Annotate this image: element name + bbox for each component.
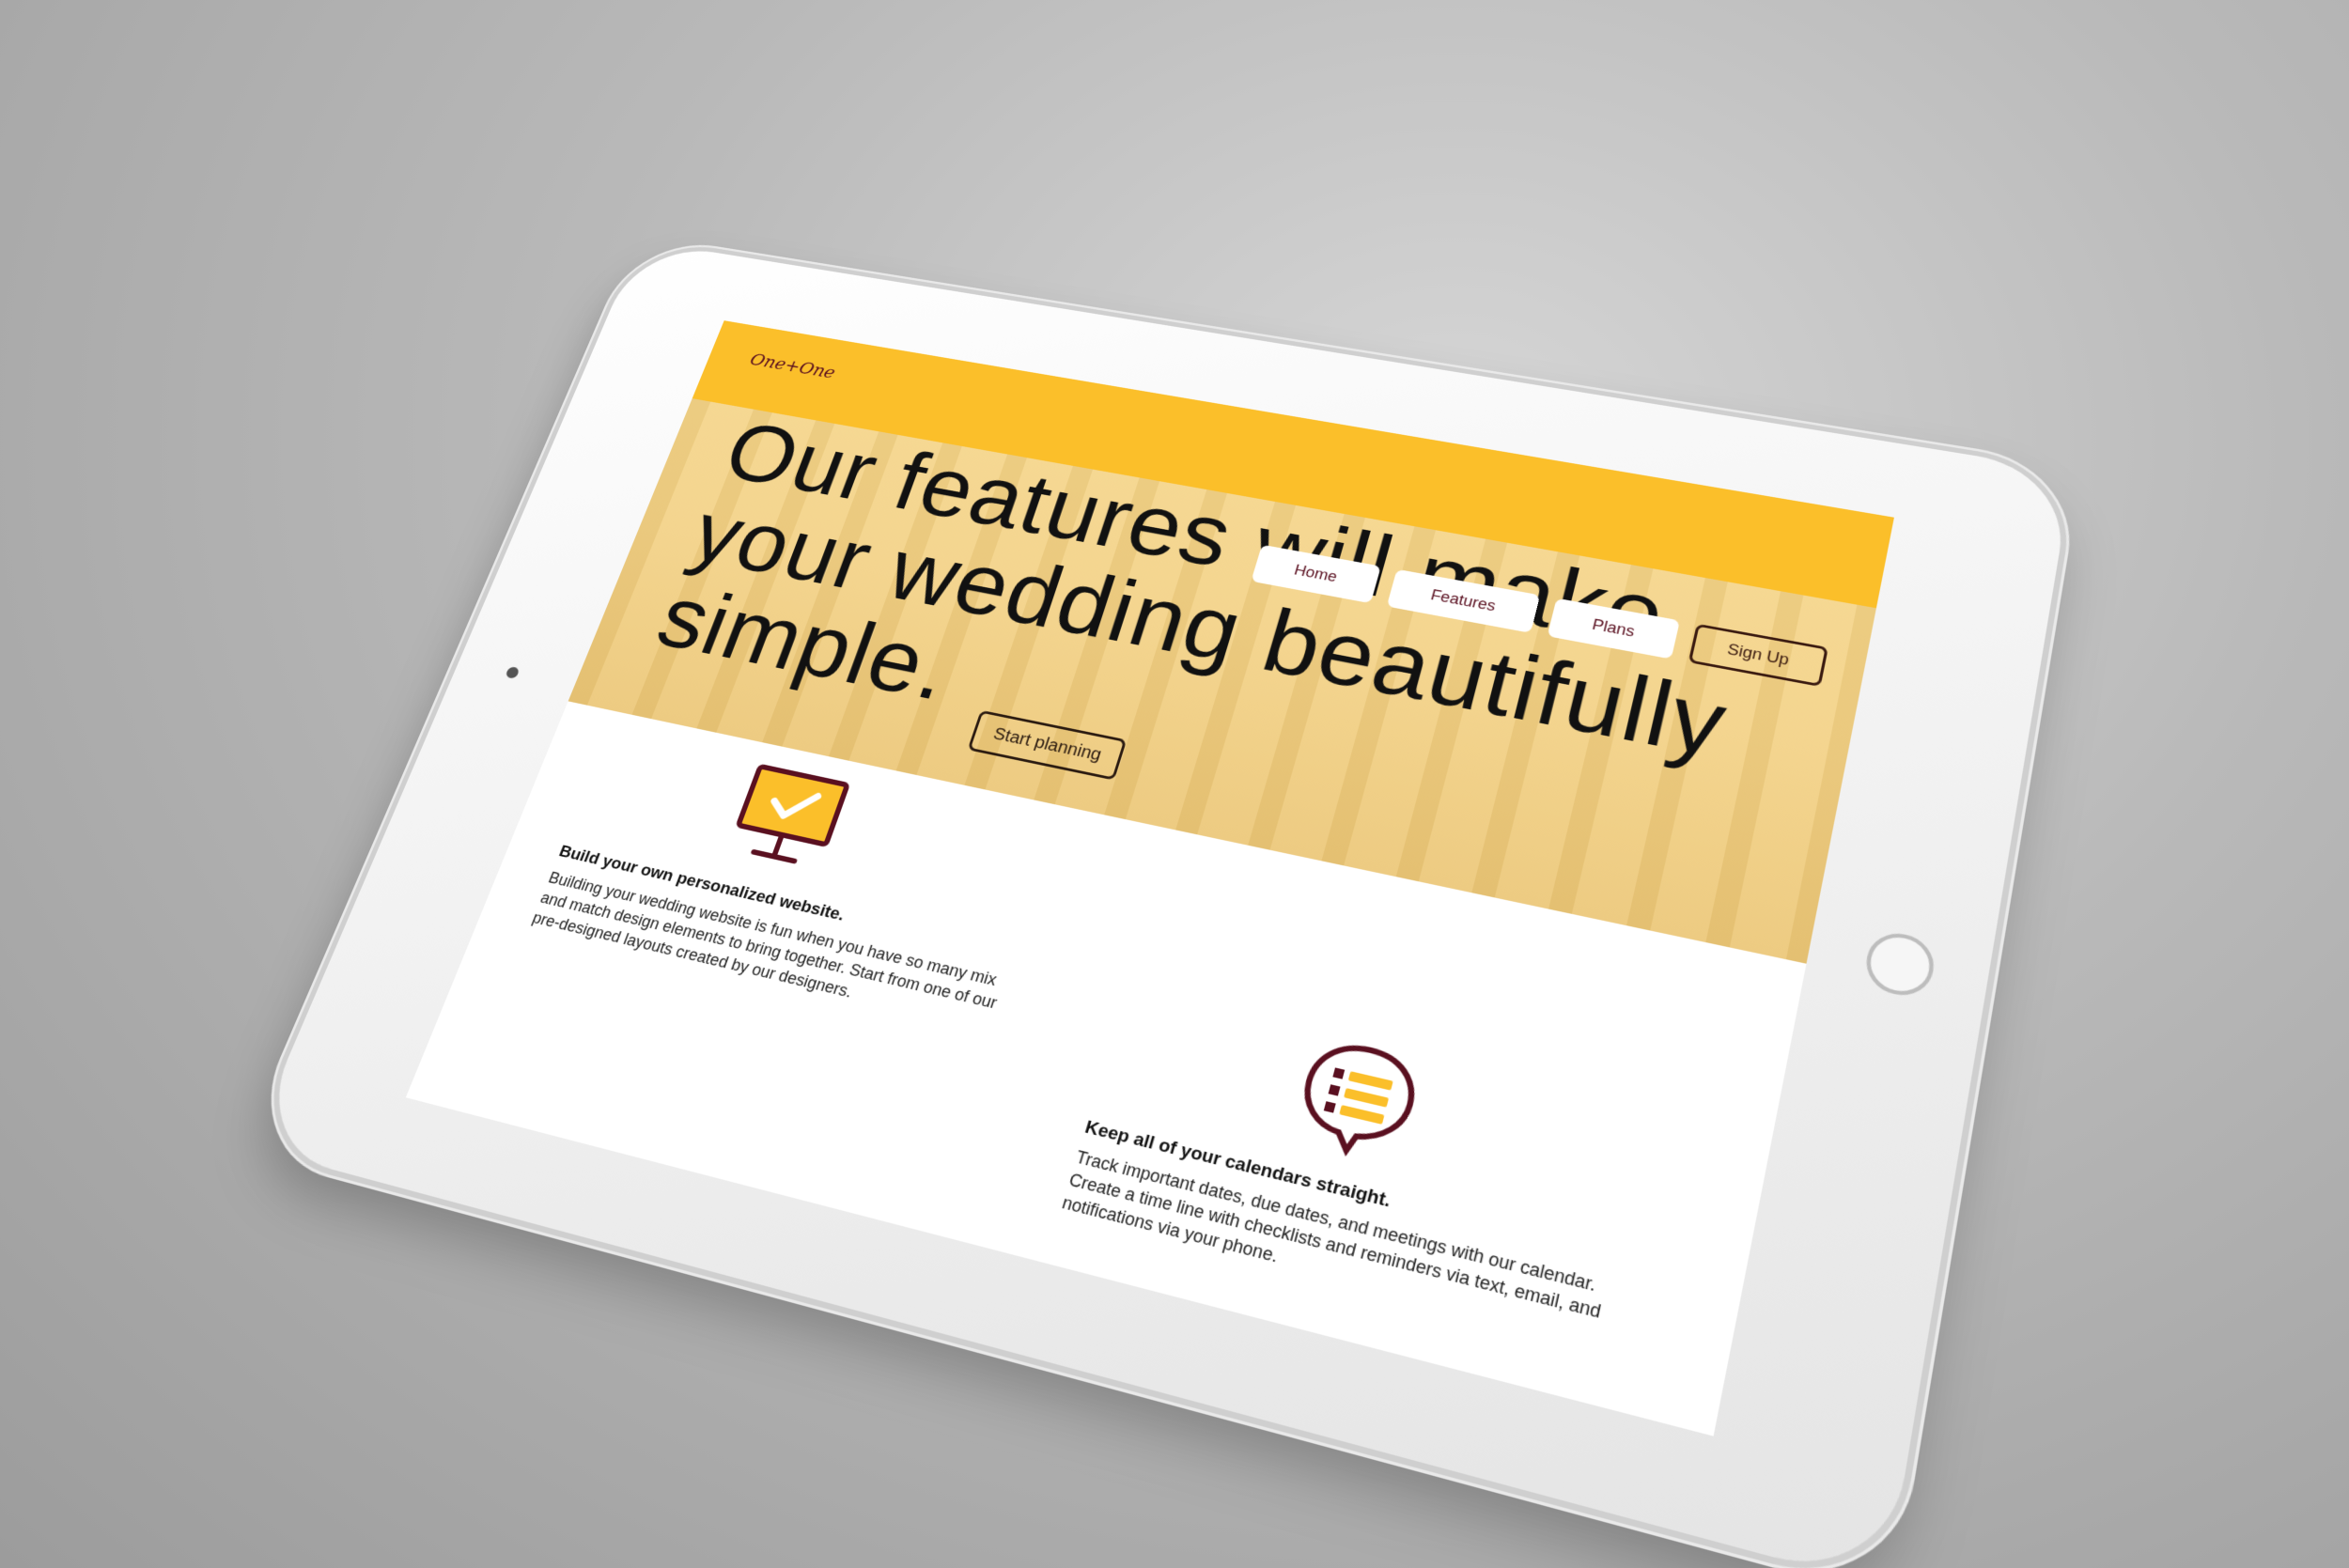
site-logo[interactable]: One+One (747, 350, 838, 382)
tablet-device: One+One Our features will make your wedd… (249, 240, 2074, 1568)
monitor-check-icon (719, 758, 856, 879)
home-button[interactable] (1861, 927, 1938, 1001)
scene: One+One Our features will make your wedd… (0, 0, 2349, 1568)
camera-icon (505, 665, 521, 679)
tablet-screen: One+One Our features will make your wedd… (405, 320, 1894, 1436)
checklist-chat-icon (1284, 1030, 1430, 1170)
feature-calendar: Keep all of your calendars straight. Tra… (1059, 986, 1649, 1349)
